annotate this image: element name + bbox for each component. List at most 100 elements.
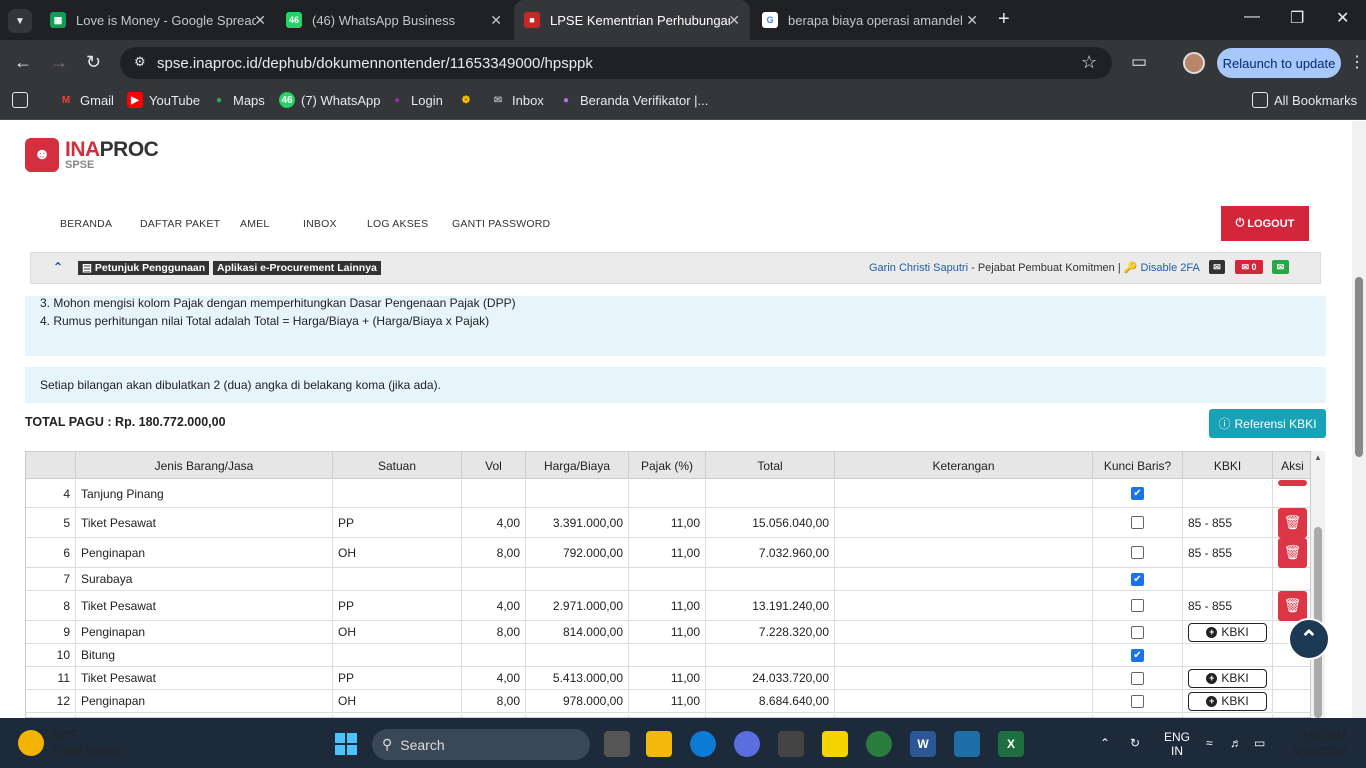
cell-total[interactable]: 15.056.040,00 (706, 508, 835, 537)
kunci-baris-checkbox[interactable] (1131, 694, 1144, 708)
close-window-icon[interactable]: ✕ (1336, 8, 1349, 28)
cell-jenis[interactable]: Tanjung Pinang (76, 480, 333, 507)
sticky-notes-icon[interactable] (822, 731, 848, 757)
menu-icon[interactable]: ⋮ (1349, 52, 1365, 72)
cell-total[interactable]: 13.191.240,00 (706, 591, 835, 620)
menu-log-akses[interactable]: LOG AKSES (367, 218, 428, 230)
cell-pajak[interactable]: 11,00 (629, 667, 706, 689)
clock[interactable]: 1:00 PM 4/10/2026 (1290, 729, 1346, 759)
cell-ket[interactable] (835, 621, 1093, 643)
cell-ket[interactable] (835, 508, 1093, 537)
cell-pajak[interactable]: 11,00 (629, 508, 706, 537)
cell-jenis[interactable]: Tiket Pesawat (76, 667, 333, 689)
cell-vol[interactable] (462, 644, 526, 666)
cell-harga[interactable] (526, 480, 629, 507)
bookmark-login[interactable]: ● Login (389, 92, 443, 108)
collapse-chevron-icon[interactable]: ⌃ (53, 260, 63, 274)
cell-satuan[interactable]: OH (333, 690, 462, 712)
cell-jenis[interactable]: Bitung (76, 644, 333, 666)
all-bookmarks[interactable]: All Bookmarks (1252, 92, 1357, 108)
cell-ket[interactable] (835, 690, 1093, 712)
cell-total[interactable] (706, 480, 835, 507)
cell-vol[interactable]: 4,00 (462, 591, 526, 620)
camera-icon[interactable] (778, 731, 804, 757)
back-icon[interactable]: ← (14, 52, 32, 73)
referensi-kbki-button[interactable]: ⓘ Referensi KBKI (1209, 409, 1326, 438)
maximize-icon[interactable]: ❐ (1290, 8, 1304, 28)
menu-inbox[interactable]: INBOX (303, 218, 337, 230)
cell-harga[interactable]: 978.000,00 (526, 690, 629, 712)
tab-search-button[interactable]: ▼ (8, 9, 32, 33)
cell-ket[interactable] (835, 644, 1093, 666)
calculator-icon[interactable] (954, 731, 980, 757)
cell-jenis[interactable]: Penginapan (76, 538, 333, 567)
menu-beranda[interactable]: BERANDA (60, 218, 112, 230)
cell-jenis[interactable]: Penginapan (76, 621, 333, 643)
cell-satuan[interactable]: PP (333, 508, 462, 537)
url-text[interactable]: spse.inaproc.id/dephub/dokumennontender/… (157, 55, 593, 72)
petunjuk-button[interactable]: ▤ Petunjuk Penggunaan (78, 261, 210, 275)
close-icon[interactable]: ✕ (728, 12, 740, 29)
bookmark-gmail[interactable]: M Gmail (58, 92, 114, 108)
copilot-icon[interactable] (734, 731, 760, 757)
cell-satuan[interactable]: PP (333, 591, 462, 620)
cell-harga[interactable] (526, 568, 629, 590)
cell-vol[interactable]: 8,00 (462, 621, 526, 643)
cell-satuan[interactable]: PP (333, 667, 462, 689)
cell-total[interactable] (706, 568, 835, 590)
cell-jenis[interactable]: Surabaya (76, 568, 333, 590)
open-mail-icon[interactable]: ✉ (1272, 260, 1289, 274)
kunci-baris-checkbox[interactable] (1131, 599, 1144, 612)
cell-vol[interactable]: 8,00 (462, 538, 526, 567)
bookmark-whatsapp[interactable]: 46 (7) WhatsApp (279, 92, 380, 108)
add-kbki-button[interactable]: + KBKI (1188, 622, 1267, 642)
kunci-baris-checkbox[interactable]: ✔ (1131, 487, 1144, 500)
new-tab-icon[interactable]: + (998, 8, 1010, 31)
kunci-baris-checkbox[interactable] (1131, 516, 1144, 529)
kunci-baris-checkbox[interactable]: ✔ (1131, 572, 1144, 586)
cell-harga[interactable]: 2.971.000,00 (526, 591, 629, 620)
language-indicator[interactable]: ENG IN (1164, 730, 1190, 758)
cell-total[interactable] (706, 644, 835, 666)
close-icon[interactable]: ✕ (490, 12, 502, 29)
relaunch-button[interactable]: Relaunch to update (1217, 48, 1341, 78)
cell-satuan[interactable] (333, 644, 462, 666)
weather-widget[interactable]: 89°F Partly sunny (18, 728, 118, 758)
chrome-icon[interactable] (866, 731, 892, 757)
add-kbki-button[interactable]: + KBKI (1188, 668, 1267, 688)
excel-icon[interactable]: X (998, 731, 1024, 757)
close-icon[interactable]: ✕ (254, 12, 266, 29)
cell-pajak[interactable]: 11,00 (629, 621, 706, 643)
aplikasi-button[interactable]: Aplikasi e-Procurement Lainnya (213, 261, 381, 275)
cell-jenis[interactable]: Tiket Pesawat (76, 508, 333, 537)
cell-vol[interactable]: 4,00 (462, 508, 526, 537)
edge-icon[interactable] (690, 731, 716, 757)
logout-button[interactable]: ⏻ LOGOUT (1221, 206, 1309, 241)
cell-vol[interactable] (462, 568, 526, 590)
cell-ket[interactable] (835, 591, 1093, 620)
menu-daftar-paket[interactable]: DAFTAR PAKET (140, 218, 220, 230)
cell-harga[interactable]: 814.000,00 (526, 621, 629, 643)
tray-chevron-icon[interactable]: ⌃ (1100, 736, 1110, 750)
volume-icon[interactable]: ♬ (1230, 736, 1242, 750)
cell-satuan[interactable] (333, 480, 462, 507)
delete-row-button[interactable]: 🗑 (1278, 537, 1307, 568)
cell-ket[interactable] (835, 480, 1093, 507)
cell-harga[interactable] (526, 644, 629, 666)
file-explorer-icon[interactable] (646, 731, 672, 757)
cell-vol[interactable]: 8,00 (462, 690, 526, 712)
cell-total[interactable]: 7.032.960,00 (706, 538, 835, 567)
cell-harga[interactable]: 5.413.000,00 (526, 667, 629, 689)
cell-pajak[interactable]: 11,00 (629, 591, 706, 620)
cell-jenis[interactable]: Tiket Pesawat (76, 591, 333, 620)
cell-ket[interactable] (835, 538, 1093, 567)
cell-satuan[interactable]: OH (333, 538, 462, 567)
delete-row-button[interactable]: 🗑 (1278, 507, 1307, 538)
site-info-icon[interactable]: ⚙ (134, 54, 146, 70)
kunci-baris-checkbox[interactable] (1131, 625, 1144, 639)
bookmark-youtube[interactable]: ▶ YouTube (127, 92, 200, 108)
kunci-baris-checkbox[interactable] (1131, 546, 1144, 559)
bookmark-maps[interactable]: ● Maps (211, 92, 265, 108)
profile-avatar[interactable] (1183, 52, 1205, 74)
mail-count-button[interactable]: ✉ 0 (1235, 260, 1263, 274)
